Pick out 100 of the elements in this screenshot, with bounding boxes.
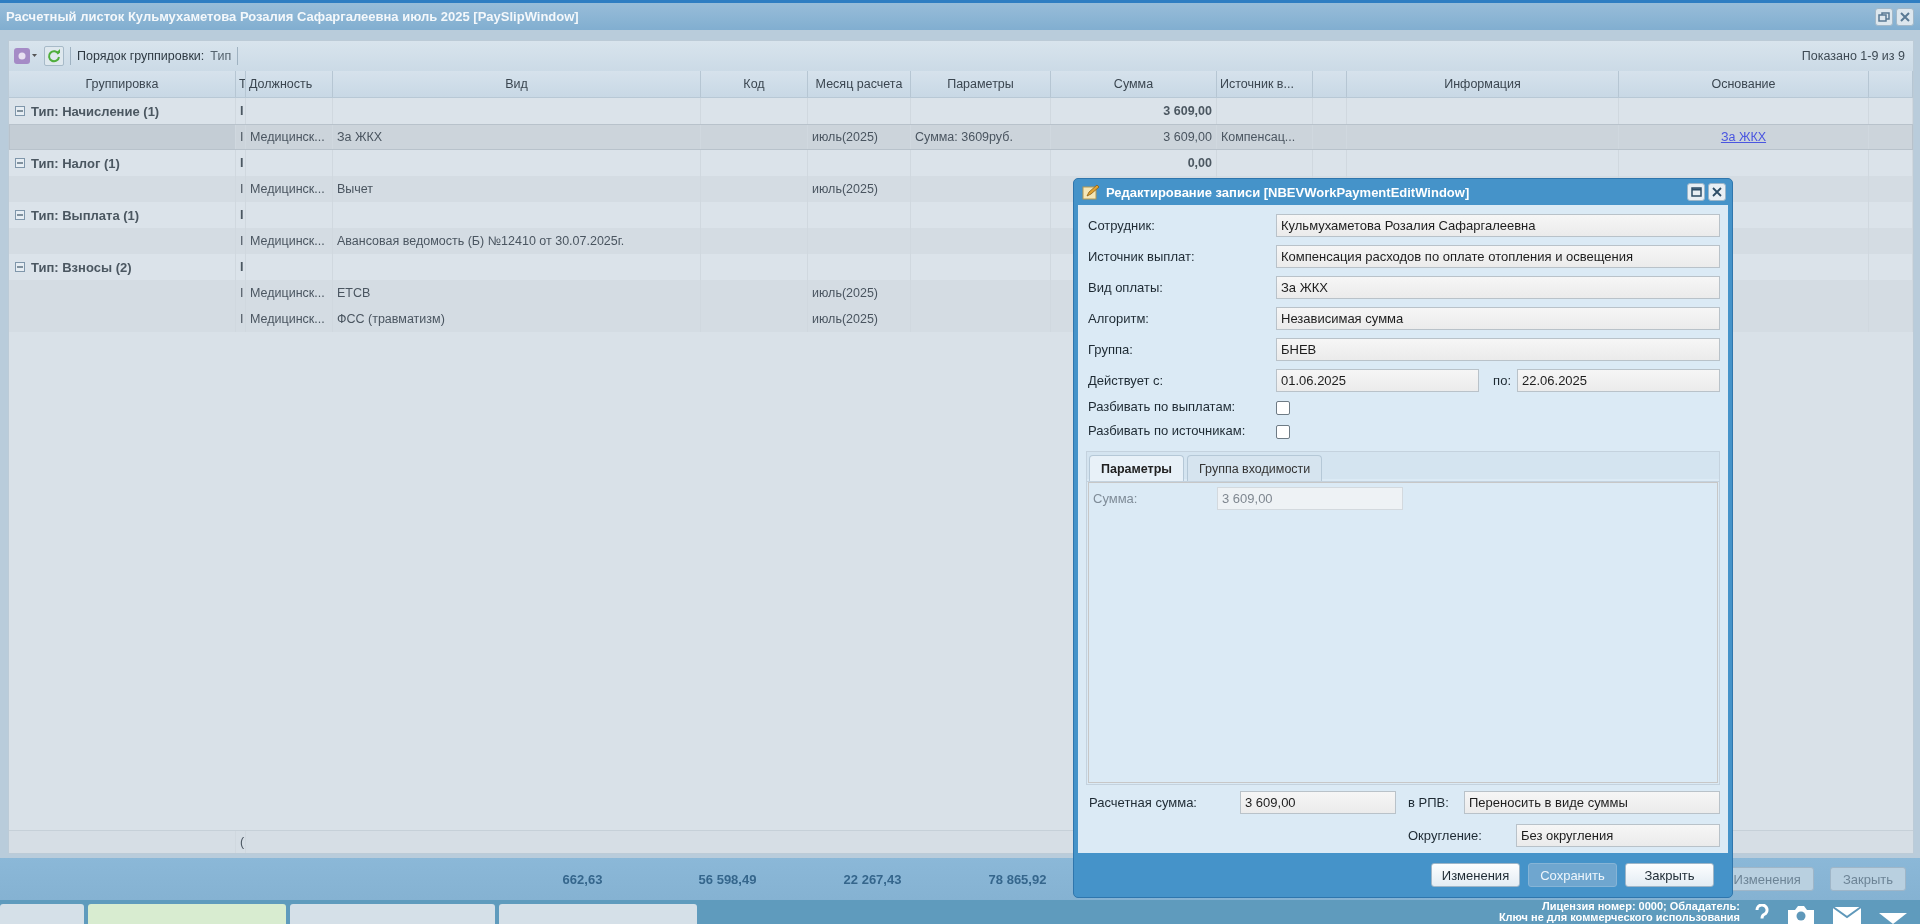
window-title: Расчетный листок Кульмухаметова Розалия Сафаргалеевна июль 2025 [PaySlipWindow] [6, 9, 580, 24]
table-cell: I [240, 312, 244, 326]
settings-menu-button[interactable] [14, 48, 38, 64]
restore-button[interactable] [1875, 7, 1893, 26]
table-cell: июль(2025) [812, 182, 879, 196]
table-cell: Медицинск... [250, 312, 325, 326]
field-label: в РПВ: [1407, 795, 1450, 810]
field-label: Разбивать по выплатам: [1087, 399, 1237, 414]
mail-icon[interactable] [1832, 906, 1862, 924]
maximize-button[interactable] [1687, 183, 1705, 201]
refresh-button[interactable] [44, 46, 64, 66]
table-cell: Медицинск... [250, 234, 325, 248]
checkbox[interactable] [1276, 401, 1290, 415]
dialog-button[interactable]: Закрыть [1625, 863, 1714, 887]
table-cell: Компенсац... [1221, 130, 1296, 144]
field-label: Группа: [1087, 342, 1134, 357]
total-value: 662,63 [561, 871, 604, 887]
column-header[interactable]: Параметры [911, 71, 1051, 97]
table-cell: ФСС (травматизм) [337, 312, 445, 326]
refresh-icon [46, 48, 62, 64]
table-cell: I [240, 130, 244, 144]
table-cell: За ЖКХ [337, 130, 383, 144]
table-cell: июль(2025) [812, 312, 879, 326]
input-field[interactable]: Кульмухаметова Розалия Сафаргалеевна [1276, 214, 1720, 237]
field-label: Округление: [1408, 828, 1483, 843]
table-cell: I [240, 234, 244, 248]
table-cell: Сумма: 3609руб. [915, 130, 1013, 144]
table-cell: Вычет [337, 182, 374, 196]
total-value: 22 267,43 [842, 871, 903, 887]
camera-icon[interactable] [1786, 904, 1816, 924]
input-field[interactable]: 3 609,00 [1240, 791, 1396, 814]
collapse-icon[interactable] [15, 210, 25, 220]
triangle-icon[interactable] [1878, 910, 1908, 924]
dialog-button[interactable]: Изменения [1431, 863, 1520, 887]
field-label: Расчетная сумма: [1088, 795, 1198, 810]
group-cell: I [240, 260, 244, 274]
table-cell: Медицинск... [250, 182, 325, 196]
column-header[interactable]: Должность [246, 71, 333, 97]
table-row[interactable]: I Медицинск... За ЖКХ июль(2025) Сумма: 3609руб. 3 609,00 Компенсац... За ЖКХ [9, 124, 1913, 150]
collapse-icon[interactable] [15, 158, 25, 168]
field-label: Сумма: [1093, 491, 1139, 506]
table-cell: I [240, 182, 244, 196]
close-button[interactable] [1708, 183, 1726, 201]
input-field[interactable]: За ЖКХ [1276, 276, 1720, 299]
tab[interactable]: Параметры [1089, 455, 1184, 481]
field-label: Вид оплаты: [1087, 280, 1164, 295]
tab[interactable]: Группа входимости [1187, 455, 1323, 481]
maximize-icon [1690, 187, 1702, 197]
restore-icon [1878, 10, 1890, 23]
group-label: Тип: Начисление (1) [31, 103, 160, 119]
group-cell: I [240, 208, 244, 222]
collapse-icon[interactable] [15, 262, 25, 272]
license-text: Ключ не для коммерческого использования [1498, 912, 1740, 923]
dropdown-field[interactable]: Переносить в виде суммы [1464, 791, 1720, 814]
close-button[interactable] [1896, 7, 1914, 26]
table-cell: июль(2025) [812, 130, 879, 144]
group-cell: I [240, 156, 244, 170]
total-value: 56 598,49 [697, 871, 758, 887]
basis-link[interactable]: За ЖКХ [1720, 130, 1767, 144]
group-label: Тип: Взносы (2) [31, 259, 132, 275]
column-header[interactable]: Код [701, 71, 808, 97]
license-text: Лицензия номер: 0000; Обладатель: [1542, 901, 1740, 912]
column-header[interactable]: Основание [1619, 71, 1869, 97]
column-header[interactable]: Сумма [1051, 71, 1217, 97]
input-field[interactable]: Независимая сумма [1276, 307, 1720, 330]
column-header[interactable]: Источник в... [1217, 71, 1313, 97]
input-field[interactable]: БНЕВ [1276, 338, 1720, 361]
dropdown-field[interactable]: Без округления [1516, 824, 1720, 847]
field-label: Разбивать по источникам: [1087, 423, 1247, 438]
column-header[interactable]: Вид [333, 71, 701, 97]
paging-info: Показано 1-9 из 9 [1801, 49, 1905, 63]
settings-icon [14, 48, 38, 64]
date-field[interactable]: 22.06.2025 [1517, 369, 1720, 392]
column-header[interactable]: Месяц расчета [808, 71, 911, 97]
group-label: Тип: Выплата (1) [31, 207, 140, 223]
total-value: 78 865,92 [987, 871, 1048, 887]
group-label: Тип: Налог (1) [31, 155, 120, 171]
table-cell: июль(2025) [812, 286, 879, 300]
field-label: Действует с: [1087, 373, 1165, 388]
group-cell: I [240, 104, 244, 118]
close-icon [1712, 187, 1722, 197]
group-cell: 0,00 [1187, 156, 1212, 170]
grouping-label: Порядок группировки: [77, 49, 205, 63]
table-cell: Медицинск... [250, 286, 325, 300]
collapse-icon[interactable] [15, 106, 25, 116]
field-label: Алгоритм: [1087, 311, 1150, 326]
input-field[interactable]: Компенсация расходов по оплате отопления и освещения [1276, 245, 1720, 268]
checkbox[interactable] [1276, 425, 1290, 439]
close-icon [1899, 10, 1911, 23]
field-label: по: [1492, 373, 1512, 388]
column-header[interactable]: Группировка [9, 71, 236, 97]
date-field[interactable]: 01.06.2025 [1276, 369, 1479, 392]
table-cell: Медицинск... [250, 130, 325, 144]
summary-cell: ( [240, 835, 245, 849]
table-cell: 3 609,00 [1163, 130, 1212, 144]
grouping-value[interactable]: Тип [210, 49, 232, 63]
table-cell: ЕТСВ [337, 286, 371, 300]
table-cell: I [240, 286, 244, 300]
dialog-title: Редактирование записи [NBEVWorkPaymentEditWindow] [1106, 184, 1471, 200]
column-header[interactable]: Информация [1347, 71, 1619, 97]
